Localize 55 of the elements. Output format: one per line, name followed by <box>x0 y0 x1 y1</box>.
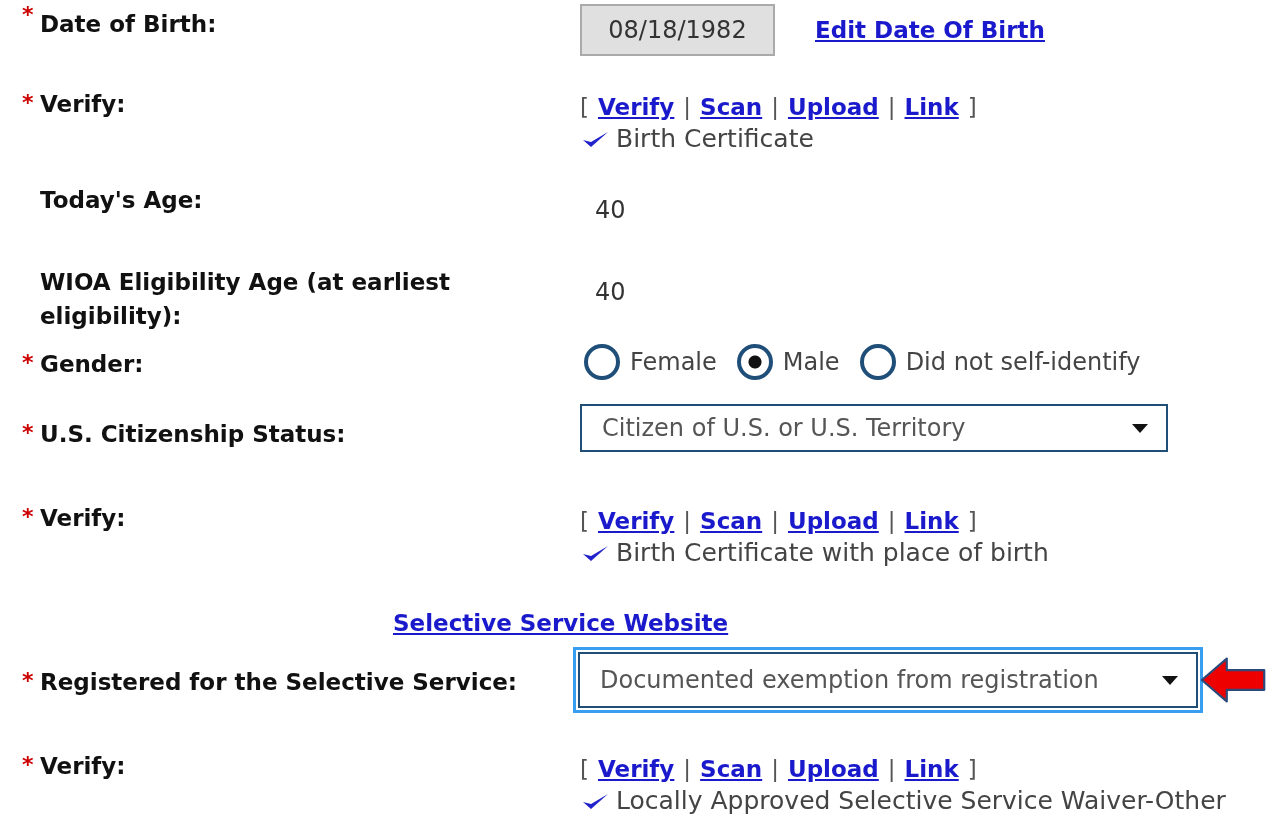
document-name: Birth Certificate with place of birth <box>616 538 1049 567</box>
field-label: Verify: <box>40 90 126 119</box>
verify-link[interactable]: Verify <box>598 506 675 536</box>
required-asterisk: * <box>22 670 35 692</box>
field-value: 40 <box>595 278 626 306</box>
field-label: WIOA Eligibility Age (at earliest eligibility): <box>40 268 452 331</box>
verify-link[interactable]: Verify <box>598 92 675 122</box>
separator: | <box>683 93 692 122</box>
bracket: ] <box>967 507 977 536</box>
required-asterisk: * <box>22 506 35 528</box>
bracket: ] <box>967 93 977 122</box>
radio-label: Male <box>782 348 840 376</box>
required-asterisk: * <box>22 92 35 114</box>
field-label: Verify: <box>40 504 126 533</box>
date-field: 08/18/1982 <box>580 4 775 56</box>
required-asterisk: * <box>22 4 35 26</box>
radio-label: Female <box>630 348 717 376</box>
document-name: Birth Certificate <box>616 124 814 153</box>
verify-link[interactable]: Link <box>904 92 959 122</box>
separator: | <box>887 93 896 122</box>
required-asterisk: * <box>22 422 35 444</box>
verify-link[interactable]: Scan <box>700 92 763 122</box>
required-asterisk: * <box>22 352 35 374</box>
radio-label: Did not self-identify <box>905 348 1141 376</box>
verify-link[interactable]: Upload <box>787 754 879 784</box>
field-label: Today's Age: <box>40 186 203 215</box>
separator: | <box>771 507 779 536</box>
verify-link[interactable]: Upload <box>787 92 879 122</box>
verify-link[interactable]: Verify <box>598 754 675 784</box>
separator: | <box>683 507 692 536</box>
separator: | <box>771 755 779 784</box>
field-value: 40 <box>595 196 626 224</box>
field-label: Gender: <box>40 350 144 379</box>
document-name: Locally Approved Selective Service Waiver-Other <box>616 786 1226 815</box>
bracket: [ <box>580 507 589 536</box>
verify-link[interactable]: Scan <box>700 506 763 536</box>
separator: | <box>887 755 896 784</box>
separator: | <box>771 93 779 122</box>
verify-link[interactable]: Link <box>904 754 959 784</box>
edit-link[interactable]: Edit Date Of Birth <box>815 17 1045 43</box>
field-label: U.S. Citizenship Status: <box>40 420 346 449</box>
dropdown[interactable]: Citizen of U.S. or U.S. Territory <box>580 404 1168 452</box>
bracket: [ <box>580 93 589 122</box>
verify-link[interactable]: Scan <box>700 754 763 784</box>
field-label: Verify: <box>40 752 126 781</box>
bracket: ] <box>967 755 977 784</box>
verify-link[interactable]: Upload <box>787 506 879 536</box>
verify-link[interactable]: Link <box>904 506 959 536</box>
bracket: [ <box>580 755 589 784</box>
separator: | <box>683 755 692 784</box>
required-asterisk: * <box>22 754 35 776</box>
separator: | <box>887 507 896 536</box>
field-label: Registered for the Selective Service: <box>40 668 518 697</box>
website-link[interactable]: Selective Service Website <box>393 610 729 636</box>
field-label: Date of Birth: <box>40 10 217 39</box>
